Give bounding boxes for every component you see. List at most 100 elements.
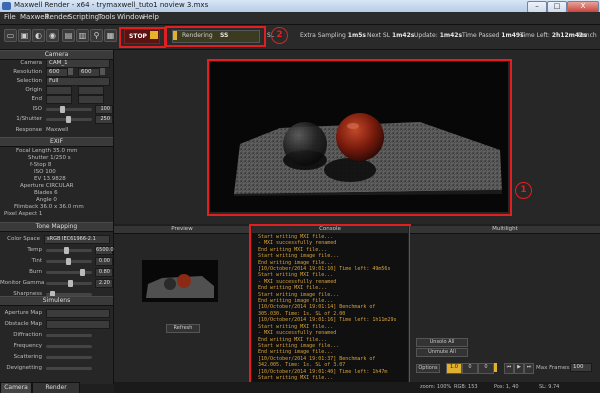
unmute-all-button[interactable]: Unmute All	[416, 348, 468, 357]
refresh-button[interactable]: Refresh	[166, 324, 200, 333]
menu-file[interactable]: File	[4, 13, 16, 21]
exif-line: Angle 0	[36, 197, 57, 203]
menu-render[interactable]: Render	[45, 13, 70, 21]
play-icon[interactable]: ▶	[514, 363, 524, 374]
annotation-frame-progress	[165, 26, 266, 47]
app-icon	[2, 2, 11, 10]
origin-y-field[interactable]	[78, 86, 104, 95]
annotation-frame-console	[249, 224, 411, 384]
view-icon[interactable]: ◐	[32, 29, 45, 42]
iso-slider-thumb[interactable]	[60, 106, 65, 113]
selection-select[interactable]: Full	[46, 77, 110, 86]
zoom-icon[interactable]: ⚲	[90, 29, 103, 42]
skip-back-icon[interactable]: ⏮	[504, 363, 514, 374]
exif-line: Focal Length 35.0 mm	[16, 148, 78, 154]
status-zoom: zoom: 100%	[420, 384, 452, 390]
annotation-badge-1: 1	[515, 182, 532, 199]
origin-label: Origin	[25, 87, 42, 93]
burn-slider-thumb[interactable]	[80, 269, 85, 276]
camera-select[interactable]: CAM_1	[46, 59, 110, 68]
preview-thumbnail	[142, 260, 218, 302]
exif-line: Shutter 1/250 s	[28, 155, 71, 161]
camera-label: Camera	[20, 60, 42, 66]
exif-line: ISO 100	[34, 169, 56, 175]
aperture-map-label: Aperture Map	[4, 310, 42, 316]
shutter-slider-thumb[interactable]	[66, 116, 71, 123]
camera-icon[interactable]: ◉	[46, 29, 59, 42]
temp-slider-thumb[interactable]	[64, 247, 69, 254]
origin-x-field[interactable]	[46, 86, 72, 95]
color-space-select[interactable]: sRGB IEC61966-2.1	[44, 235, 110, 244]
aperture-map-field[interactable]	[46, 309, 110, 318]
menu-scripting[interactable]: Scripting	[68, 13, 99, 21]
settings-icon[interactable]: ▦	[104, 29, 117, 42]
status-rgb: RGB: 153	[454, 384, 478, 390]
iso-value[interactable]: 100	[95, 105, 113, 114]
opt-value-1[interactable]: 1.0	[446, 363, 462, 374]
tint-slider-thumb[interactable]	[66, 258, 71, 265]
diffraction-label: Diffraction	[13, 332, 42, 338]
multilight-panel: Multilight Unsolo All Unmute All Options…	[410, 226, 600, 384]
temp-label: Temp	[27, 247, 42, 253]
menu-help[interactable]: Help	[143, 13, 159, 21]
obstacle-map-field[interactable]	[46, 320, 110, 329]
stat-extra-sampling: Extra Sampling 1m5s	[300, 32, 366, 39]
max-frames-field[interactable]: 100	[570, 363, 592, 372]
opt-value-2[interactable]: 0	[462, 363, 478, 374]
resolution-label: Resolution	[13, 69, 42, 75]
devignetting-slider[interactable]	[46, 367, 92, 370]
max-frames-label: Max Frames:	[536, 365, 571, 371]
burn-slider[interactable]	[46, 271, 92, 274]
monitor-gamma-slider-thumb[interactable]	[68, 280, 73, 287]
temp-slider[interactable]	[46, 249, 92, 252]
iso-slider[interactable]	[46, 108, 92, 111]
menu-tools[interactable]: Tools	[98, 13, 115, 21]
burn-value[interactable]: 0.80	[95, 268, 113, 277]
temp-value[interactable]: 6500.0	[95, 246, 114, 255]
status-pos: Pos: 1, 40	[494, 384, 519, 390]
menu-window[interactable]: Window	[117, 13, 145, 21]
iso-label: ISO	[32, 106, 42, 112]
simulens-header: Simulens	[0, 296, 113, 306]
unsolo-all-button[interactable]: Unsolo All	[416, 338, 468, 347]
status-bar: zoom: 100% RGB: 153 Pos: 1, 40 SL: 9.74	[114, 382, 600, 393]
annotation-frame-viewport	[207, 59, 512, 216]
open-folder-icon[interactable]: ▭	[4, 29, 17, 42]
resolution-height-field[interactable]: 600	[78, 68, 100, 77]
shutter-value[interactable]: 250	[95, 115, 113, 124]
stat-time-passed: Time Passed 1m49s	[462, 32, 524, 39]
exif-line: f-Stop 8	[30, 162, 52, 168]
frequency-slider[interactable]	[46, 345, 92, 348]
preview-header: Preview	[114, 226, 250, 234]
tab-camera[interactable]: Camera	[0, 382, 32, 393]
exif-line: EV 13.9828	[34, 176, 66, 182]
image-icon[interactable]: ▥	[76, 29, 89, 42]
resolution-width-field[interactable]: 600	[46, 68, 68, 77]
exif-line: Pixel Aspect 1	[4, 211, 43, 217]
response-label: Response	[15, 127, 42, 133]
tab-render-options[interactable]: Render Options	[32, 382, 80, 393]
end-label: End	[31, 96, 42, 102]
resolution-height-spinner[interactable]	[100, 68, 105, 75]
exif-line: Filmback 36.0 x 36.0 mm	[14, 204, 84, 210]
skip-forward-icon[interactable]: ⏭	[524, 363, 534, 374]
end-y-field[interactable]	[78, 95, 104, 104]
opt-value-3[interactable]: 0	[478, 363, 494, 374]
burn-label: Burn	[29, 269, 42, 275]
scene-icon[interactable]: ▤	[62, 29, 75, 42]
options-dropdown[interactable]: Options	[416, 364, 440, 373]
exif-line: Blades 6	[34, 190, 58, 196]
window-title: Maxwell Render - x64 - trymaxwell_tuto1 …	[14, 1, 209, 9]
color-space-label: Color Space	[7, 236, 40, 242]
scattering-slider[interactable]	[46, 356, 92, 359]
frequency-label: Frequency	[13, 343, 42, 349]
end-x-field[interactable]	[46, 95, 72, 104]
monitor-gamma-value[interactable]: 2.20	[95, 279, 113, 288]
preview-panel: Preview Refresh	[114, 226, 251, 384]
response-value: Maxwell	[46, 127, 69, 133]
diffraction-slider[interactable]	[46, 334, 92, 337]
tint-value[interactable]: 0.00	[95, 257, 113, 266]
resolution-width-spinner[interactable]	[68, 68, 73, 75]
save-icon[interactable]: ▣	[18, 29, 31, 42]
status-sl: SL: 9.74	[539, 384, 560, 390]
